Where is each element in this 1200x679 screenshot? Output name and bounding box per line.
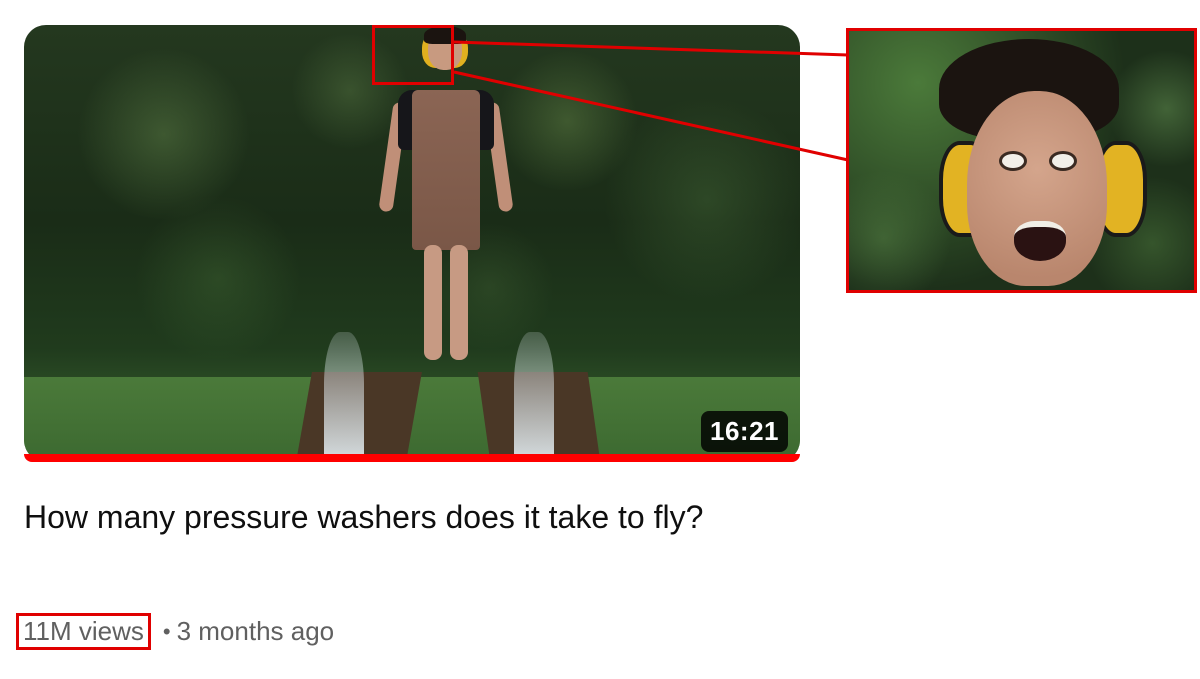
leg-left [424,245,442,360]
video-metadata: 11M views • 3 months ago [16,613,335,650]
water-jet-right [514,332,554,462]
face-zoom-inset [846,28,1197,293]
zoom-mouth [1014,221,1066,261]
upload-age: 3 months ago [176,616,335,646]
watch-progress-fill [24,454,800,462]
zoom-eye-right [1049,151,1077,171]
metadata-separator: • [162,618,171,644]
duration-badge: 16:21 [701,411,788,452]
video-title[interactable]: How many pressure washers does it take t… [24,493,754,541]
zoom-eye-left [999,151,1027,171]
water-jet-left [324,332,364,462]
face-highlight-box [372,25,454,85]
leather-apron [412,90,480,250]
watch-progress-bar [24,454,800,462]
leg-right [450,245,468,360]
view-count: 11M views [16,613,151,650]
video-thumbnail[interactable]: 16:21 [24,25,800,462]
